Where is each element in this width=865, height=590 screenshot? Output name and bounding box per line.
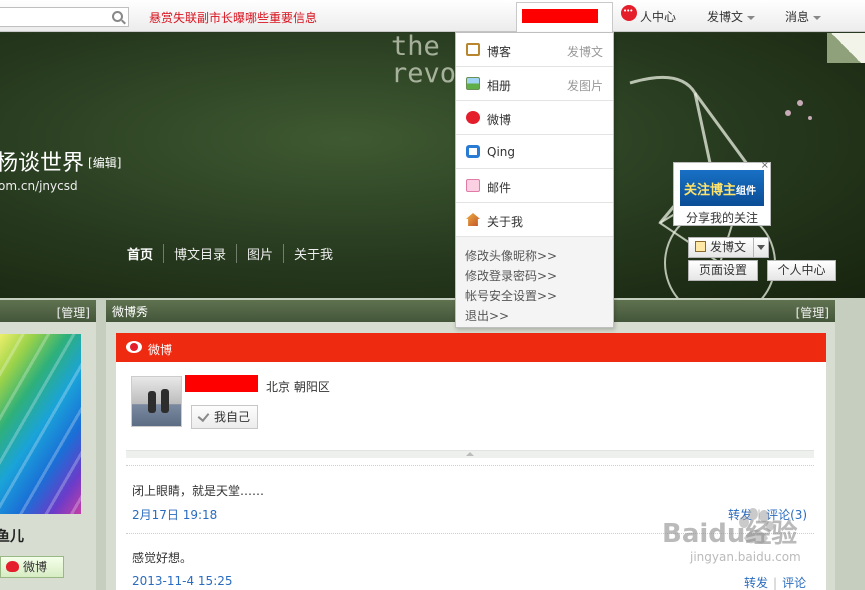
menu-item-label: 微博 bbox=[487, 113, 512, 127]
nav-pictures[interactable]: 图片 bbox=[236, 244, 283, 263]
myself-button[interactable]: 我自己 bbox=[191, 405, 258, 429]
collapse-toggle[interactable] bbox=[126, 450, 814, 458]
redacted-username[interactable] bbox=[185, 375, 258, 392]
divider bbox=[126, 465, 814, 466]
post-article-label: 发博文 bbox=[710, 240, 747, 254]
nav-article-list[interactable]: 博文目录 bbox=[163, 244, 236, 263]
follow-widget-subtitle: 组件 bbox=[736, 186, 757, 197]
weibo-icon bbox=[466, 111, 480, 124]
menu-item-qing[interactable]: Qing bbox=[456, 135, 613, 169]
search-icon[interactable] bbox=[112, 11, 123, 22]
post-time[interactable]: 2013-11-4 15:25 bbox=[132, 574, 233, 588]
top-bar: 悬赏失联副市长曝哪些重要信息 人中心 发博文 消息 bbox=[0, 0, 865, 32]
account-security-link[interactable]: 帐号安全设置>> bbox=[465, 286, 613, 306]
weibo-logo-icon bbox=[621, 5, 637, 21]
check-icon bbox=[197, 409, 210, 423]
menu-item-label: 相册 bbox=[487, 79, 512, 93]
nav-about[interactable]: 关于我 bbox=[283, 244, 343, 263]
follow-widget-title: 关注博主 bbox=[684, 183, 737, 198]
message-menu[interactable]: 消息 bbox=[785, 8, 822, 25]
profile-image[interactable] bbox=[0, 334, 81, 514]
weibo-panel-title[interactable]: 微博 bbox=[148, 343, 172, 357]
weibo-panel-header: 微博 bbox=[116, 333, 826, 362]
close-icon[interactable]: × bbox=[761, 160, 769, 171]
menu-item-label: Qing bbox=[487, 145, 516, 159]
edit-avatar-nickname-link[interactable]: 修改头像昵称>> bbox=[465, 246, 613, 266]
weibo-icon bbox=[126, 341, 142, 353]
follow-widget-banner[interactable]: 关注博主组件 bbox=[680, 170, 764, 206]
post-text: 感觉好想。 bbox=[132, 551, 193, 565]
weibo-button[interactable]: 微博 bbox=[0, 556, 64, 578]
menu-item-about[interactable]: 关于我 bbox=[456, 203, 613, 237]
watermark: Baidu经验 bbox=[662, 519, 798, 549]
post-dropdown-toggle[interactable] bbox=[753, 238, 768, 257]
chevron-down-icon bbox=[813, 15, 822, 20]
left-sidebar-header: [管理] bbox=[0, 300, 96, 322]
edit-title-link[interactable]: [编辑] bbox=[88, 156, 121, 170]
qing-icon bbox=[466, 145, 480, 158]
account-dropdown-menu: 博客 发博文 相册 发图片 微博 Qing 邮件 关于我 修改头像昵称>> 修改… bbox=[455, 32, 614, 328]
message-menu-label: 消息 bbox=[785, 10, 810, 24]
avatar[interactable] bbox=[131, 376, 182, 427]
redacted-username bbox=[522, 9, 598, 23]
blog-url: om.cn/jnycsd bbox=[0, 179, 78, 193]
menu-item-label: 关于我 bbox=[487, 215, 524, 229]
account-menu-button[interactable] bbox=[516, 2, 613, 32]
left-sidebar: [管理] 鱼儿 微博 bbox=[0, 300, 96, 590]
account-links: 修改头像昵称>> 修改登录密码>> 帐号安全设置>> 退出>> bbox=[456, 237, 613, 327]
menu-item-post-picture[interactable]: 发图片 bbox=[567, 77, 603, 94]
left-manage-link[interactable]: [管理] bbox=[57, 304, 90, 321]
post-menu-label: 发博文 bbox=[707, 10, 744, 24]
mail-icon bbox=[466, 179, 480, 192]
follow-widget-text[interactable]: 分享我的关注 bbox=[686, 209, 758, 226]
weibo-button-label: 微博 bbox=[23, 560, 48, 574]
post-actions: 转发 | 评论 bbox=[744, 574, 806, 590]
main-manage-link[interactable]: [管理] bbox=[796, 304, 829, 321]
blog-title-text: 杨谈世界 bbox=[0, 151, 85, 176]
myself-button-label: 我自己 bbox=[214, 410, 251, 424]
watermark-url: jingyan.baidu.com bbox=[690, 550, 801, 564]
post-text: 闭上眼睛，就是天堂…… bbox=[132, 484, 265, 498]
search-input[interactable] bbox=[0, 7, 129, 27]
nav-home[interactable]: 首页 bbox=[127, 244, 163, 263]
blog-nav: 首页 博文目录 图片 关于我 bbox=[127, 244, 343, 263]
headline-link[interactable]: 悬赏失联副市长曝哪些重要信息 bbox=[149, 9, 317, 26]
weibo-icon bbox=[6, 561, 19, 572]
menu-item-post-article[interactable]: 发博文 bbox=[567, 43, 603, 60]
logout-link[interactable]: 退出>> bbox=[465, 306, 613, 326]
chevron-down-icon bbox=[747, 15, 756, 20]
blog-icon bbox=[466, 43, 480, 56]
menu-item-weibo[interactable]: 微博 bbox=[456, 101, 613, 135]
menu-item-label: 博客 bbox=[487, 45, 512, 59]
post-time[interactable]: 2月17日 19:18 bbox=[132, 506, 217, 523]
user-location: 北京 朝阳区 bbox=[266, 380, 330, 394]
blog-title: 杨谈世界 [编辑] bbox=[0, 145, 121, 177]
home-icon bbox=[466, 213, 480, 226]
separator: | bbox=[773, 576, 778, 590]
repost-link[interactable]: 转发 bbox=[744, 576, 768, 590]
change-password-link[interactable]: 修改登录密码>> bbox=[465, 266, 613, 286]
comment-link[interactable]: 评论 bbox=[782, 576, 806, 590]
pencil-icon bbox=[695, 241, 706, 252]
menu-item-blog[interactable]: 博客 发博文 bbox=[456, 33, 613, 67]
blog-banner: the w revo 杨谈世界 [编辑] om.cn/jnycsd 首页 博文目录… bbox=[0, 33, 865, 298]
post-menu[interactable]: 发博文 bbox=[707, 8, 756, 25]
post-article-button[interactable]: 发博文 bbox=[688, 237, 769, 258]
page-settings-button[interactable]: 页面设置 bbox=[688, 260, 758, 281]
menu-item-album[interactable]: 相册 发图片 bbox=[456, 67, 613, 101]
album-icon bbox=[466, 77, 480, 90]
profile-name: 鱼儿 bbox=[0, 529, 24, 545]
menu-item-mail[interactable]: 邮件 bbox=[456, 169, 613, 203]
personal-center-button[interactable]: 个人中心 bbox=[767, 260, 836, 281]
follow-blogger-widget[interactable]: 关注博主组件 分享我的关注 × bbox=[673, 160, 771, 226]
menu-item-label: 邮件 bbox=[487, 181, 512, 195]
personal-center-link[interactable]: 人中心 bbox=[640, 8, 676, 25]
module-title: 微博秀 bbox=[112, 305, 149, 319]
page-curl-decoration bbox=[827, 33, 865, 63]
